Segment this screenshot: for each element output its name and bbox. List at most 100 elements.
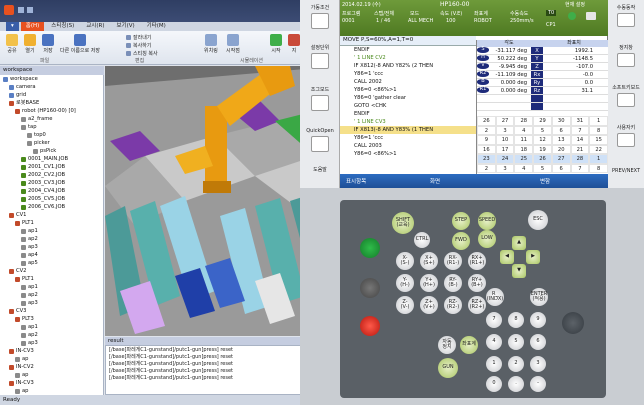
tree-item[interactable]: 로봇BASE xyxy=(0,99,103,107)
tree-item[interactable]: 2001_CV1.JOB xyxy=(0,163,103,171)
tree-item[interactable]: IN-CV2 xyxy=(0,363,103,371)
calendar-day[interactable]: 30 xyxy=(551,116,571,126)
step-key[interactable]: STEP xyxy=(452,212,470,230)
fwd-key[interactable]: FWD xyxy=(452,232,470,250)
rz-plus-key[interactable]: RZ+ (R2+) xyxy=(468,296,486,314)
calendar-day[interactable]: 7 xyxy=(570,163,590,173)
tree-item[interactable]: ap5 xyxy=(0,259,103,267)
tree-item[interactable]: 0001_MAIN.JOB xyxy=(0,155,103,163)
tree-item[interactable]: robot (HP160-00) [0] xyxy=(0,107,103,115)
speed-key[interactable]: SPEED xyxy=(478,212,496,230)
key-4[interactable]: 4 xyxy=(486,334,502,350)
unit-setting-button[interactable]: 설정단위 xyxy=(303,44,337,69)
display-items-button[interactable]: 표시항목 xyxy=(346,177,366,185)
calendar-day[interactable]: 20 xyxy=(551,144,571,154)
workspace-tree[interactable]: workspace camera grid 로봇BASE robot (HP160-00… xyxy=(0,75,104,395)
esc-key[interactable]: ESC xyxy=(528,210,548,230)
tree-item[interactable]: CV1 xyxy=(0,211,103,219)
calendar-day[interactable]: 26 xyxy=(533,154,552,164)
help-button[interactable]: 도움말 xyxy=(303,166,337,173)
auto-stop-key[interactable]: 자동 정지 xyxy=(438,336,456,354)
program-line[interactable]: ' 1 LINE CV3 xyxy=(340,118,476,126)
open-button[interactable]: 열기 xyxy=(24,34,36,54)
save-button[interactable]: 저장 xyxy=(42,34,54,54)
stitch-copy-button[interactable]: 스티칭 복사 xyxy=(126,50,158,57)
left-arrow-icon[interactable]: ◀ xyxy=(500,250,514,264)
calendar-day[interactable]: 6 xyxy=(551,125,571,135)
calendar-day[interactable]: 6 xyxy=(551,163,571,173)
tree-item[interactable]: 2004_CV4.JOB xyxy=(0,187,103,195)
tree-item[interactable]: ap4 xyxy=(0,251,103,259)
soft-keyboard-button[interactable]: 소프트키보드 xyxy=(610,84,642,107)
calendar-day[interactable]: 2 xyxy=(477,125,496,135)
program-line[interactable]: Y86=0 <86%>1 xyxy=(340,86,476,94)
program-line[interactable]: ENDIF xyxy=(340,110,476,118)
copy-button[interactable]: 복사하기 xyxy=(126,42,151,49)
tree-item[interactable]: ap3 xyxy=(0,299,103,307)
program-line[interactable]: ' 1 LINE CV2 xyxy=(340,54,476,62)
program-line[interactable]: Y86=0 <86%>1 xyxy=(340,150,476,158)
calendar-day[interactable]: 27 xyxy=(551,154,571,164)
tree-item[interactable]: ap3 xyxy=(0,243,103,251)
calendar-day[interactable]: 27 xyxy=(495,116,515,126)
tree-item[interactable]: grid xyxy=(0,91,103,99)
calendar-day[interactable]: 5 xyxy=(533,125,552,135)
tree-item[interactable]: 2002_CV2.JOB xyxy=(0,171,103,179)
calendar-day[interactable]: 15 xyxy=(589,135,608,145)
x-plus-key[interactable]: X+ (S+) xyxy=(420,252,438,270)
operating-condition-button[interactable]: 가동조건 xyxy=(303,4,337,29)
ry-minus-key[interactable]: RY- (B-) xyxy=(444,274,462,292)
coord-key[interactable]: 좌표계 xyxy=(460,336,478,354)
calendar-day[interactable]: 1 xyxy=(589,116,608,126)
key-1[interactable]: 1 xyxy=(486,356,502,372)
program-line[interactable]: IF X812(-8 AND Y82% (2 THEN xyxy=(340,62,476,70)
calendar-day[interactable]: 26 xyxy=(477,116,496,126)
calendar-day[interactable]: 5 xyxy=(533,163,552,173)
tab-view[interactable]: 보기(V) xyxy=(111,22,139,31)
manual-motion-button[interactable]: 수동동작 xyxy=(610,4,642,27)
program-line[interactable]: GOTO <CHK xyxy=(340,102,476,110)
calendar-day[interactable]: 12 xyxy=(533,135,552,145)
calendar-day[interactable]: 19 xyxy=(533,144,552,154)
calendar-day[interactable]: 10 xyxy=(495,135,515,145)
tree-item[interactable]: PLT1 xyxy=(0,275,103,283)
calendar-day[interactable]: 9 xyxy=(477,135,496,145)
tree-item[interactable]: ap2 xyxy=(0,235,103,243)
share-button[interactable]: 공유 xyxy=(6,34,18,54)
key-0[interactable]: 0 xyxy=(486,376,502,392)
calendar-day[interactable]: 3 xyxy=(495,125,515,135)
prev-next-button[interactable]: PREV/NEXT xyxy=(610,168,642,174)
tree-item[interactable]: tap xyxy=(0,123,103,131)
calendar-day[interactable]: 4 xyxy=(514,163,534,173)
program-editor[interactable]: ENDIF ' 1 LINE CV2 IF X812(-8 AND Y82% (2… xyxy=(340,46,476,188)
key-minus[interactable]: - xyxy=(530,376,546,392)
tree-item[interactable]: ap xyxy=(0,371,103,379)
start-button-hw[interactable] xyxy=(360,278,380,298)
tree-item[interactable]: IN-CV3 xyxy=(0,379,103,387)
position-button[interactable]: 위치링 xyxy=(204,34,218,54)
calendar-day[interactable]: 7 xyxy=(570,125,590,135)
down-arrow-icon[interactable]: ▼ xyxy=(512,264,526,278)
tree-item[interactable]: top0 xyxy=(0,131,103,139)
jog-mode-button[interactable]: 조그모드 xyxy=(303,86,337,111)
tab-teaching[interactable]: 교시(R) xyxy=(81,22,109,31)
save-as-button[interactable]: 다른 이름으로 저장 xyxy=(58,34,102,54)
calendar-day[interactable]: 14 xyxy=(570,135,590,145)
jog-dial[interactable] xyxy=(562,312,584,334)
tree-item[interactable]: psPick xyxy=(0,147,103,155)
program-line[interactable]: CALL 2003 xyxy=(340,142,476,150)
key-6[interactable]: 6 xyxy=(530,334,546,350)
calendar-day[interactable]: 28 xyxy=(514,116,534,126)
calendar-day[interactable]: 29 xyxy=(533,116,552,126)
calendar-day[interactable]: 25 xyxy=(514,154,534,164)
key-5[interactable]: 5 xyxy=(508,334,524,350)
ctrl-key[interactable]: CTRL xyxy=(414,232,430,248)
calendar-day[interactable]: 28 xyxy=(570,154,590,164)
calendar-day[interactable]: 16 xyxy=(477,144,496,154)
calendar-day[interactable]: 23 xyxy=(477,154,496,164)
undo-quick-icon[interactable] xyxy=(27,7,33,13)
key-7[interactable]: 7 xyxy=(486,312,502,328)
tree-item[interactable]: 2003_CV3.JOB xyxy=(0,179,103,187)
calendar-day[interactable]: 8 xyxy=(589,163,608,173)
enter-key[interactable]: ENTER (적용) xyxy=(530,288,548,306)
